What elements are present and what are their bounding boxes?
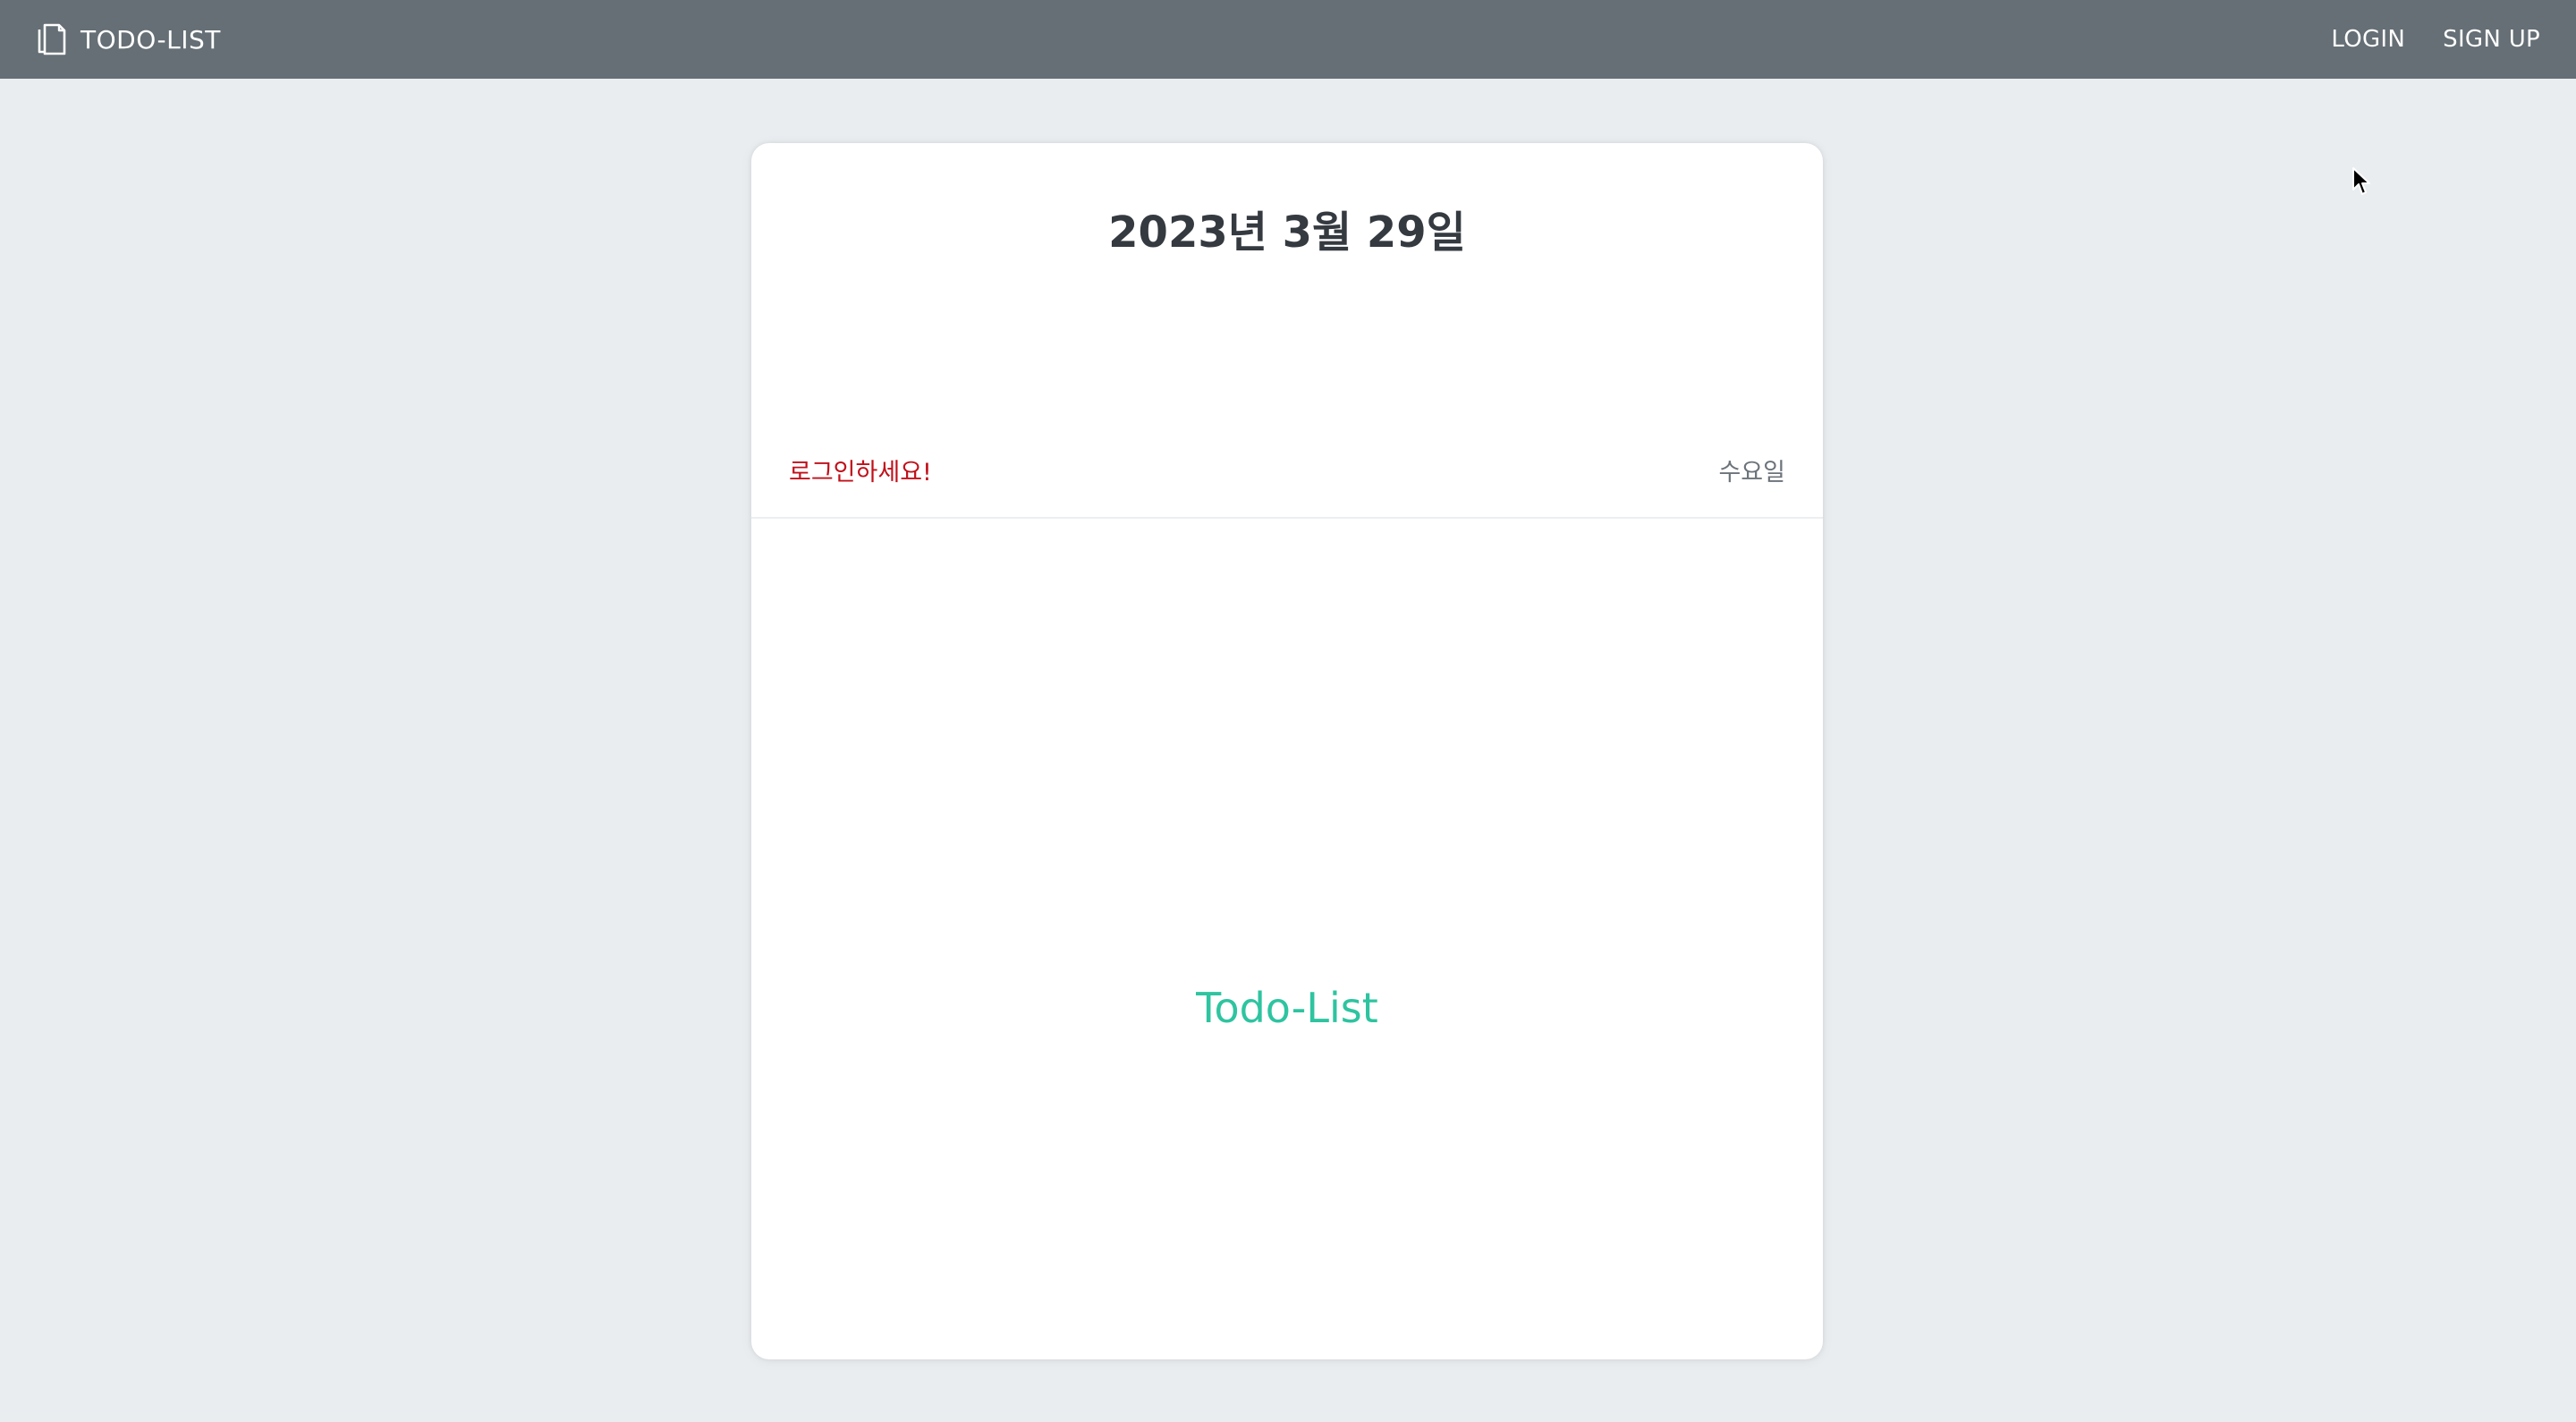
date-title: 2023년 3월 29일	[1108, 207, 1466, 258]
top-navbar: TODO-LIST LOGIN SIGN UP	[0, 0, 2576, 79]
signup-link[interactable]: SIGN UP	[2443, 26, 2540, 53]
header-divider	[751, 517, 1823, 519]
todo-card: 2023년 3월 29일 로그인하세요! 수요일 Todo-List	[751, 143, 1823, 1359]
mouse-cursor-icon	[2351, 166, 2371, 197]
login-link[interactable]: LOGIN	[2331, 26, 2405, 53]
nav-links: LOGIN SIGN UP	[2293, 0, 2540, 79]
brand-title: TODO-LIST	[80, 24, 221, 55]
empty-state-label: Todo-List	[1196, 984, 1378, 1032]
weekday-label: 수요일	[1718, 459, 1785, 487]
login-prompt-message: 로그인하세요!	[789, 459, 932, 487]
document-icon	[36, 21, 68, 57]
brand-link[interactable]: TODO-LIST	[36, 0, 221, 79]
